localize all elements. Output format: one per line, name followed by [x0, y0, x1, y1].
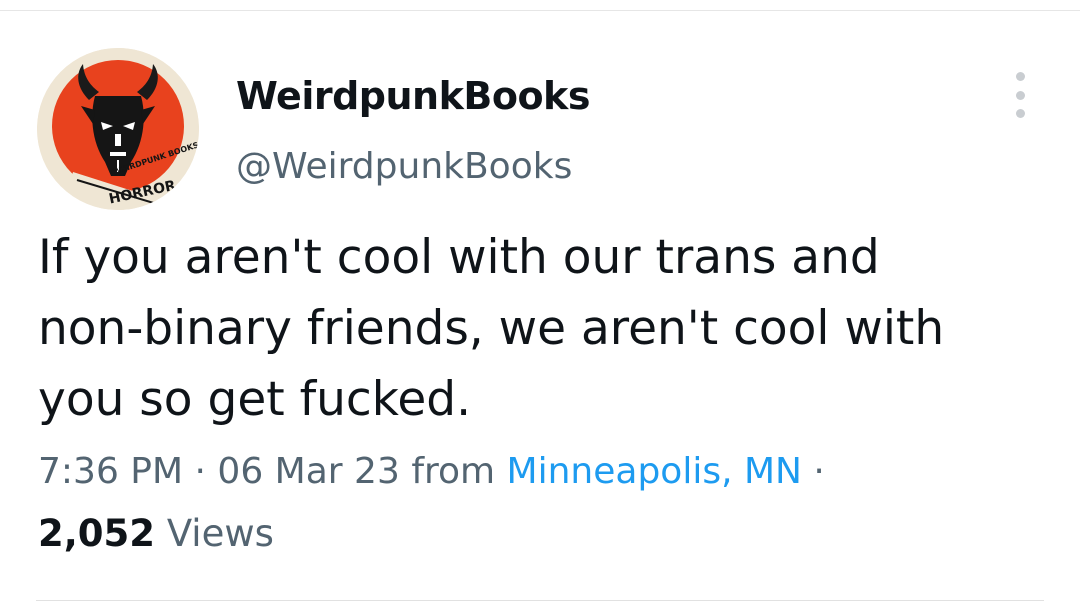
author-handle[interactable]: @WeirdpunkBooks [236, 146, 572, 187]
from-label: from [411, 451, 496, 492]
more-dot-icon [1015, 109, 1025, 118]
views-number: 2,052 [38, 512, 156, 555]
top-divider [0, 10, 1080, 11]
meta-separator: · [813, 451, 825, 492]
tweet-text-line: If you aren't cool with our trans and [38, 230, 880, 285]
tweet-date[interactable]: 06 Mar 23 [217, 451, 399, 492]
meta-separator: · [194, 451, 206, 492]
views-label: Views [166, 512, 274, 555]
devil-head-logo-icon: HORROR WEIRDPUNK BOOKS [37, 48, 199, 210]
more-dot-icon [1015, 90, 1025, 100]
avatar[interactable]: HORROR WEIRDPUNK BOOKS [37, 48, 199, 210]
tweet-time[interactable]: 7:36 PM [38, 451, 183, 492]
tweet-text-line: non-binary friends, we aren't cool with [38, 301, 945, 356]
bottom-divider [36, 600, 1044, 601]
location-link[interactable]: Minneapolis, MN [507, 451, 802, 492]
tweet-text-line: you so get fucked. [38, 372, 472, 427]
tweet-text: If you aren't cool with our trans and no… [38, 222, 1048, 435]
more-dot-icon [1015, 72, 1025, 81]
tweet-meta: 7:36 PM · 06 Mar 23 from Minneapolis, MN… [38, 451, 825, 492]
author-display-name[interactable]: WeirdpunkBooks [236, 74, 590, 118]
views-count[interactable]: 2,052 Views [38, 512, 274, 555]
more-options-button[interactable] [1006, 72, 1034, 118]
